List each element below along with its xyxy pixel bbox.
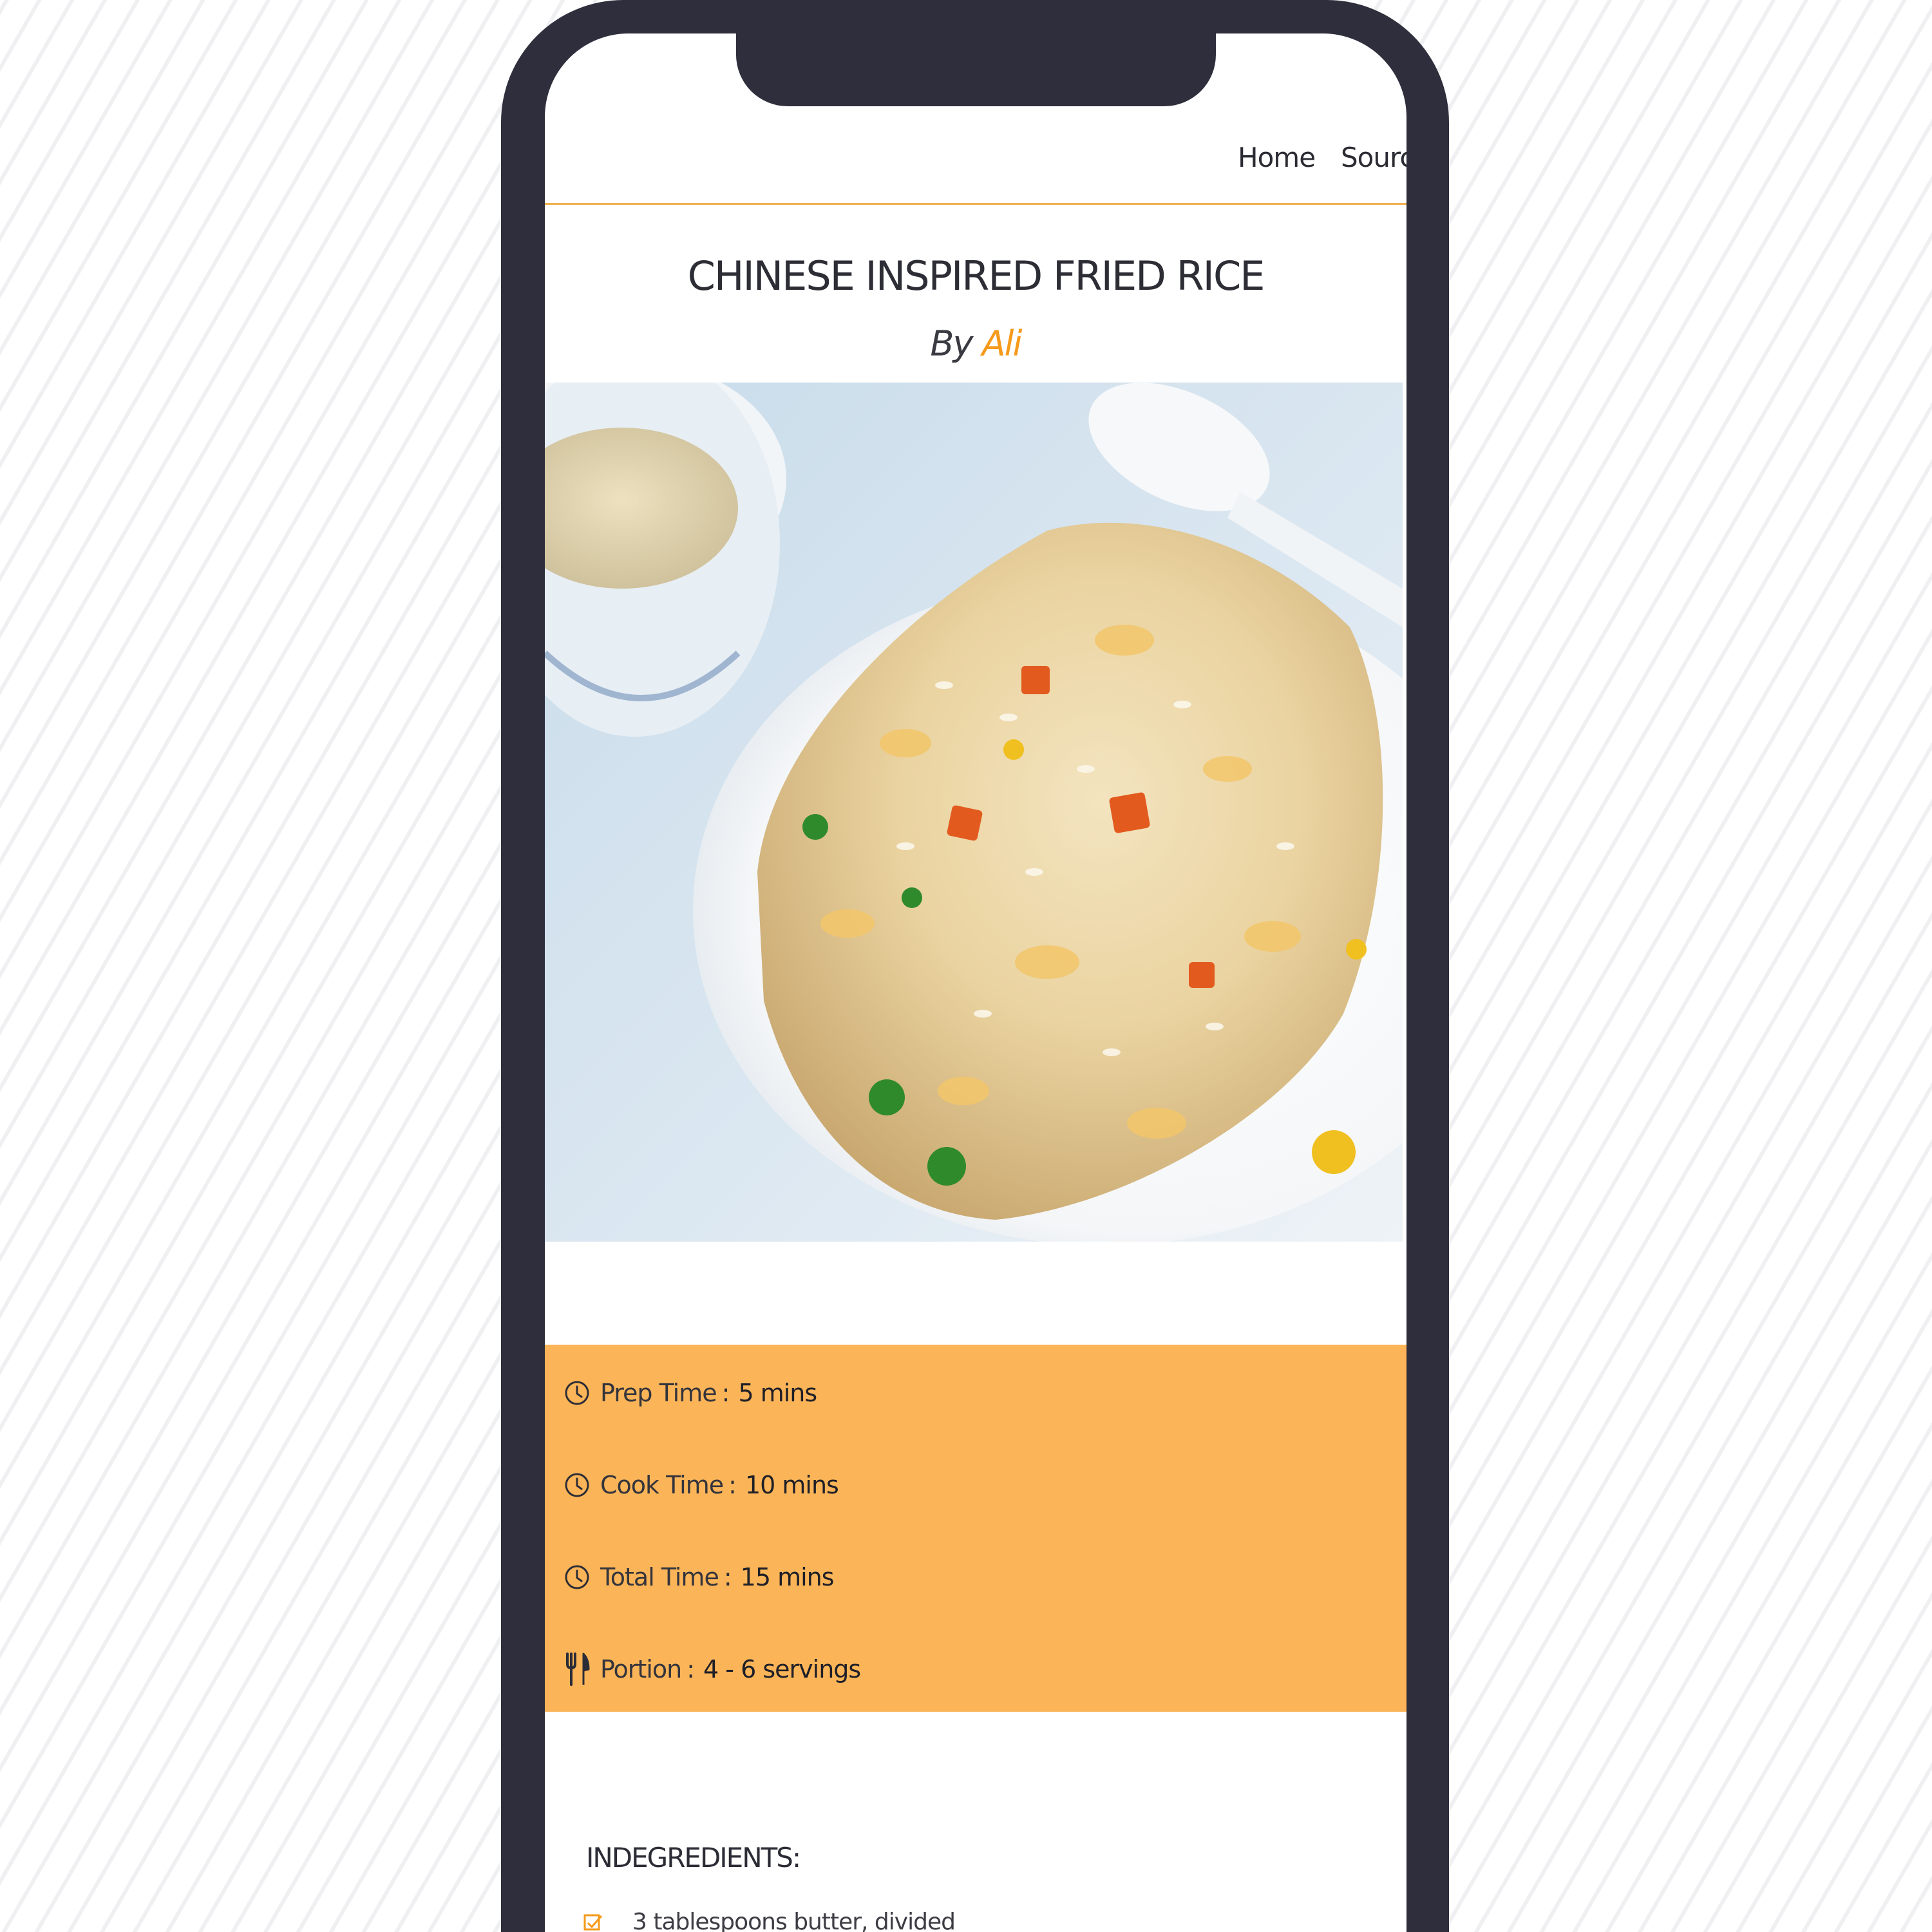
cook-time-row: Cook Time : 10 mins bbox=[563, 1466, 839, 1504]
detail-separator: : bbox=[728, 1471, 737, 1499]
clock-icon bbox=[563, 1560, 591, 1594]
total-time-row: Total Time : 15 mins bbox=[563, 1558, 835, 1596]
nav-link-home[interactable]: Home bbox=[1238, 142, 1316, 173]
clock-icon bbox=[563, 1468, 591, 1502]
checkbox-icon[interactable] bbox=[583, 1913, 603, 1932]
ingredients-heading: INDEGREDIENTS: bbox=[586, 1842, 801, 1873]
phone-screen: Home Source CHINESE INSPIRED FRIED RICE … bbox=[545, 33, 1406, 1932]
recipe-title: CHINESE INSPIRED FRIED RICE bbox=[687, 252, 1265, 299]
detail-value: 5 mins bbox=[738, 1379, 817, 1407]
detail-label: Portion bbox=[600, 1655, 682, 1683]
detail-value: 10 mins bbox=[744, 1471, 839, 1499]
fork-knife-icon bbox=[563, 1653, 591, 1686]
portion-row: Portion : 4 - 6 servings bbox=[563, 1650, 861, 1689]
ingredient-item[interactable]: 3 tablespoons butter, divided bbox=[583, 1909, 956, 1932]
byline-prefix: By bbox=[930, 323, 973, 364]
detail-separator: : bbox=[721, 1379, 730, 1407]
detail-value: 15 mins bbox=[740, 1563, 835, 1591]
detail-label: Prep Time bbox=[600, 1379, 717, 1407]
ingredient-text: 3 tablespoons butter, divided bbox=[632, 1909, 956, 1932]
recipe-details-panel: Prep Time : 5 mins Cook Time : 10 mins T… bbox=[545, 1345, 1406, 1712]
detail-label: Total Time bbox=[600, 1563, 719, 1591]
author-name[interactable]: Ali bbox=[982, 323, 1023, 364]
phone-notch bbox=[736, 0, 1216, 106]
detail-label: Cook Time bbox=[600, 1471, 724, 1499]
nav-link-source[interactable]: Source bbox=[1341, 142, 1406, 173]
detail-value: 4 - 6 servings bbox=[703, 1655, 861, 1683]
clock-icon bbox=[563, 1376, 591, 1410]
recipe-photo bbox=[545, 383, 1403, 1242]
prep-time-row: Prep Time : 5 mins bbox=[563, 1374, 817, 1412]
detail-separator: : bbox=[723, 1563, 732, 1591]
detail-separator: : bbox=[687, 1655, 695, 1683]
recipe-byline: By Ali bbox=[545, 323, 1406, 364]
